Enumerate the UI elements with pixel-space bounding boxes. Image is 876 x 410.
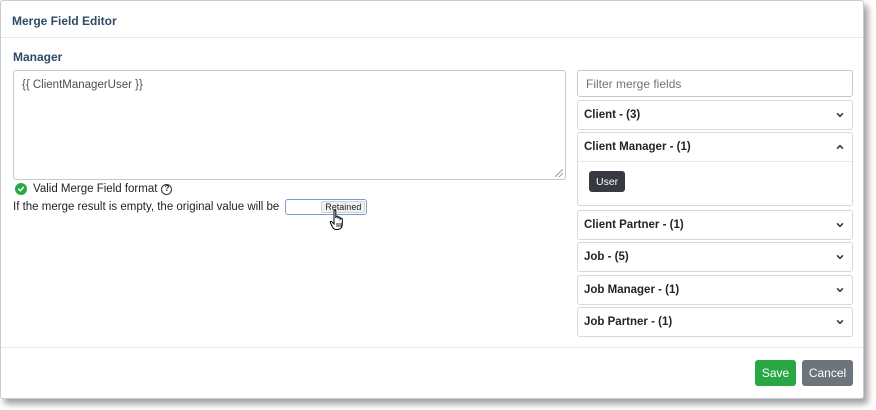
group-client-header[interactable]: Client - (3) xyxy=(578,101,852,129)
question-circle-icon[interactable]: ? xyxy=(161,183,173,195)
merge-field-text: {{ ClientManagerUser }} xyxy=(22,79,143,91)
validation-message: Valid Merge Field format xyxy=(33,183,158,195)
chevron-down-icon xyxy=(836,288,844,293)
hand-pointer-icon xyxy=(329,209,343,230)
modal-title: Merge Field Editor xyxy=(12,14,117,28)
merge-field-user-button[interactable]: User xyxy=(589,171,626,192)
group-job: Job - (5) xyxy=(577,242,853,272)
save-button[interactable]: Save xyxy=(755,360,796,386)
group-label: Job Partner - (1) xyxy=(584,316,673,328)
group-job-manager-header[interactable]: Job Manager - (1) xyxy=(578,276,852,304)
group-job-manager: Job Manager - (1) xyxy=(577,275,853,305)
group-client: Client - (3) xyxy=(577,100,853,130)
group-label: Job - (5) xyxy=(584,251,629,263)
modal-header: Merge Field Editor xyxy=(1,1,863,38)
filter-merge-fields-input[interactable] xyxy=(577,70,853,97)
group-label: Client Manager - (1) xyxy=(584,141,691,153)
merge-field-textarea[interactable]: {{ ClientManagerUser }} xyxy=(13,70,566,180)
merge-field-editor-dialog: Merge Field Editor Manager {{ ClientMana… xyxy=(0,0,864,399)
group-label: Client - (3) xyxy=(584,109,641,121)
chevron-down-icon xyxy=(836,320,844,325)
check-circle-icon xyxy=(15,183,27,195)
retained-toggle[interactable]: Retained xyxy=(285,199,368,215)
group-label: Job Manager - (1) xyxy=(584,284,680,296)
resize-grip-icon[interactable] xyxy=(555,169,563,177)
group-job-header[interactable]: Job - (5) xyxy=(578,243,852,271)
group-client-partner-header[interactable]: Client Partner - (1) xyxy=(578,211,852,239)
field-label: Manager xyxy=(13,50,63,64)
chevron-down-icon xyxy=(836,255,844,260)
chevron-down-icon xyxy=(836,223,844,228)
group-client-manager-body: User xyxy=(578,161,852,205)
group-client-manager-header[interactable]: Client Manager - (1) xyxy=(578,133,852,161)
chevron-up-icon xyxy=(836,144,844,149)
empty-result-text: If the merge result is empty, the origin… xyxy=(13,201,280,213)
cancel-button[interactable]: Cancel xyxy=(802,360,853,386)
group-label: Client Partner - (1) xyxy=(584,219,684,231)
group-client-partner: Client Partner - (1) xyxy=(577,210,853,240)
group-client-manager: Client Manager - (1) User xyxy=(577,132,853,206)
modal-footer-divider xyxy=(1,347,863,348)
help-glyph: ? xyxy=(164,184,170,193)
validation-status: Valid Merge Field format ? xyxy=(15,182,173,196)
group-job-partner: Job Partner - (1) xyxy=(577,307,853,337)
empty-result-row: If the merge result is empty, the origin… xyxy=(13,199,368,215)
group-job-partner-header[interactable]: Job Partner - (1) xyxy=(578,308,852,336)
chevron-down-icon xyxy=(836,113,844,118)
